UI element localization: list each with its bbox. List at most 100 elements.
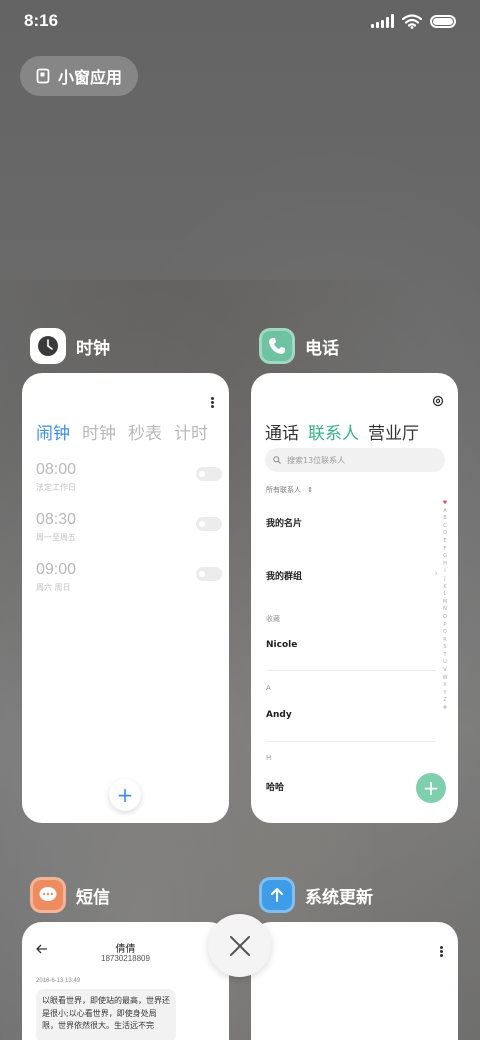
phone-app-icon <box>259 328 295 364</box>
chevron-updown-icon: ⇕ <box>307 486 314 494</box>
alpha-letter[interactable]: Q <box>442 629 448 637</box>
more-options-icon[interactable] <box>209 396 215 409</box>
updater-app-card[interactable] <box>251 922 458 1040</box>
phone-app-card[interactable]: 通话 联系人 营业厅 搜索13位联系人 所有联系人 ⇕ 我的名片 我的群组 › … <box>251 373 458 823</box>
alarm-time: 09:00 <box>36 561 77 578</box>
alpha-letter[interactable]: T <box>442 652 448 660</box>
alpha-letter[interactable]: R <box>442 637 448 645</box>
clock-app-icon <box>30 328 66 364</box>
message-bubble[interactable]: 以眼看世界，即使站的最高，世界还是很小;以心看世界，即使身处局限，世界依然很大。… <box>36 989 176 1040</box>
chat-bubble-icon <box>39 887 57 901</box>
alpha-favorite[interactable]: ♥ <box>442 500 448 508</box>
alarm-toggle[interactable] <box>196 467 222 481</box>
settings-gear-icon[interactable] <box>432 395 444 407</box>
alpha-letter[interactable]: M <box>442 599 448 607</box>
clock-app-header[interactable]: 时钟 <box>30 328 110 364</box>
floating-window-icon <box>36 68 50 84</box>
alpha-letter[interactable]: P <box>442 622 448 630</box>
alarm-toggle[interactable] <box>196 517 222 531</box>
alpha-letter[interactable]: N <box>442 606 448 614</box>
alpha-letter[interactable]: B <box>442 515 448 523</box>
updater-app-name: 系统更新 <box>305 887 373 908</box>
tab-calls[interactable]: 通话 <box>265 419 299 444</box>
tab-stopwatch[interactable]: 秒表 <box>128 419 162 444</box>
section-favorites: 收藏 <box>266 615 280 623</box>
divider <box>266 741 436 742</box>
phone-app-header[interactable]: 电话 <box>259 328 339 364</box>
alphabet-index[interactable]: ♥ A B C D E F G H I J K L M N O P Q R S … <box>442 500 448 713</box>
divider <box>266 670 436 671</box>
contact-search-input[interactable]: 搜索13位联系人 <box>265 448 445 472</box>
alpha-letter[interactable]: F <box>442 546 448 554</box>
my-card-item[interactable]: 我的名片 <box>266 516 302 529</box>
clear-all-button[interactable] <box>208 914 271 977</box>
alpha-letter[interactable]: D <box>442 530 448 538</box>
add-contact-button[interactable]: + <box>416 773 446 803</box>
alpha-letter[interactable]: S <box>442 644 448 652</box>
alarm-time: 08:00 <box>36 461 77 478</box>
battery-icon <box>430 14 456 28</box>
alarm-repeat: 周六 周日 <box>36 583 71 592</box>
tab-contacts[interactable]: 联系人 <box>308 419 359 444</box>
messages-app-icon <box>30 877 66 913</box>
updater-app-header[interactable]: 系统更新 <box>259 877 373 913</box>
up-arrow-icon <box>271 888 283 902</box>
status-bar: 8:16 <box>0 0 480 42</box>
alpha-letter[interactable]: W <box>442 675 448 683</box>
messages-app-header[interactable]: 短信 <box>30 877 110 913</box>
alpha-letter[interactable]: I <box>442 568 448 576</box>
clock-app-name: 时钟 <box>76 338 110 359</box>
search-placeholder: 搜索13位联系人 <box>287 455 346 465</box>
alarm-item[interactable]: 08:30 周一至周五 <box>36 511 222 551</box>
clock-tabs: 闹钟 时钟 秒表 计时 <box>36 419 208 444</box>
alarm-time: 08:30 <box>36 511 77 528</box>
tab-timer[interactable]: 计时 <box>174 419 208 444</box>
contact-item[interactable]: 哈哈 <box>266 780 284 793</box>
alarm-item[interactable]: 09:00 周六 周日 <box>36 561 222 601</box>
alarm-item[interactable]: 08:00 法定工作日 <box>36 461 222 501</box>
status-icons <box>371 13 456 29</box>
alpha-letter[interactable]: U <box>442 659 448 667</box>
alpha-letter[interactable]: # <box>442 705 448 713</box>
conversation-contact-name: 倩倩 <box>115 944 136 955</box>
add-alarm-button[interactable]: + <box>109 779 141 811</box>
alpha-letter[interactable]: A <box>442 508 448 516</box>
clock-icon <box>38 336 58 356</box>
message-timestamp: 2016-6-13 13:49 <box>36 978 81 984</box>
alpha-letter[interactable]: J <box>442 576 448 584</box>
section-h: H <box>266 754 272 762</box>
close-icon <box>229 935 250 956</box>
messages-app-name: 短信 <box>76 887 110 908</box>
contact-item[interactable]: Andy <box>266 710 292 720</box>
alpha-letter[interactable]: C <box>442 523 448 531</box>
contacts-filter[interactable]: 所有联系人 ⇕ <box>266 485 313 495</box>
alpha-letter[interactable]: H <box>442 561 448 569</box>
floating-window-button[interactable]: 小窗应用 <box>20 56 138 96</box>
phone-app-name: 电话 <box>305 338 339 359</box>
tab-world-clock[interactable]: 时钟 <box>82 419 116 444</box>
alpha-letter[interactable]: O <box>442 614 448 622</box>
status-time: 8:16 <box>24 11 59 30</box>
section-a: A <box>266 684 271 692</box>
signal-icon <box>371 14 394 28</box>
contact-item[interactable]: Nicole <box>266 640 297 650</box>
tab-alarm[interactable]: 闹钟 <box>36 419 70 444</box>
alpha-letter[interactable]: L <box>442 591 448 599</box>
clock-app-card[interactable]: 闹钟 时钟 秒表 计时 08:00 法定工作日 08:30 周一至周五 09:0… <box>22 373 229 823</box>
alpha-letter[interactable]: Y <box>442 690 448 698</box>
alpha-letter[interactable]: Z <box>442 697 448 705</box>
messages-app-card[interactable]: 倩倩 18730218809 2016-6-13 13:49 以眼看世界，即使站… <box>22 922 229 1040</box>
more-options-icon[interactable] <box>438 945 444 958</box>
alpha-letter[interactable]: G <box>442 553 448 561</box>
alpha-letter[interactable]: K <box>442 584 448 592</box>
contacts-filter-label: 所有联系人 <box>266 486 301 494</box>
tab-service-hall[interactable]: 营业厅 <box>368 419 419 444</box>
alarm-toggle[interactable] <box>196 567 222 581</box>
alpha-letter[interactable]: E <box>442 538 448 546</box>
my-groups-item[interactable]: 我的群组 › <box>266 569 438 582</box>
alpha-letter[interactable]: V <box>442 667 448 675</box>
alpha-letter[interactable]: X <box>442 682 448 690</box>
phone-tabs: 通话 联系人 营业厅 <box>265 419 419 444</box>
alarm-repeat: 法定工作日 <box>36 483 76 492</box>
wifi-icon <box>402 13 422 29</box>
